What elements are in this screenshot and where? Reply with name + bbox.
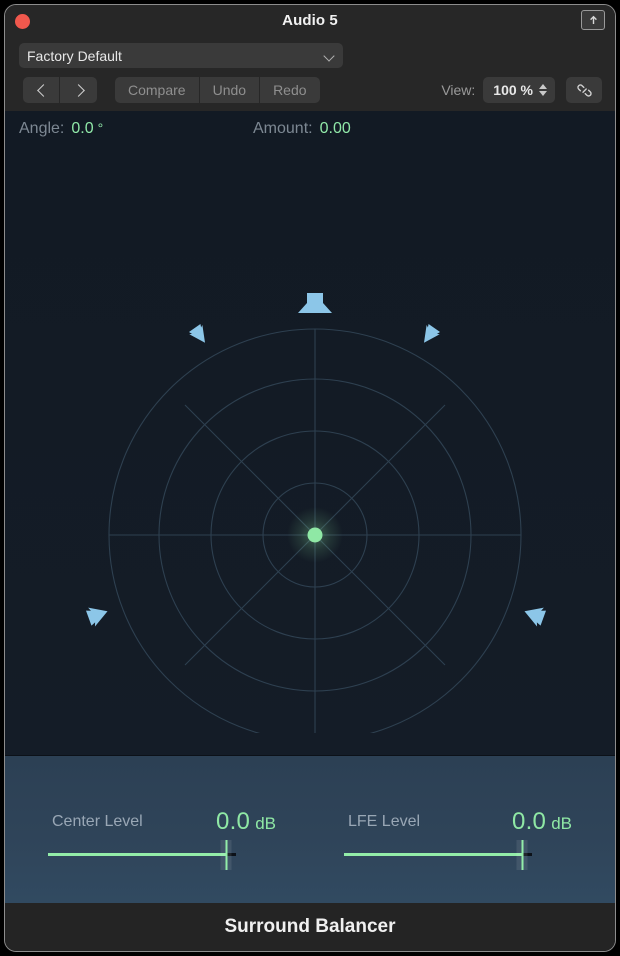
lfe-level-thumb[interactable] [516, 840, 528, 870]
view-control: View: 100 % [441, 77, 555, 103]
lfe-level-unit: dB [551, 814, 572, 833]
toolbar: Factory Default Compare Undo Redo View: … [5, 39, 615, 111]
speaker-right-front-icon[interactable] [417, 323, 441, 347]
link-button[interactable] [566, 77, 602, 103]
view-zoom-stepper[interactable]: 100 % [483, 77, 555, 103]
level-slider-panel: Center Level 0.0 dB LFE Level 0.0 dB [5, 755, 615, 903]
link-chain-icon [576, 83, 592, 97]
center-level-header: Center Level 0.0 dB [48, 808, 276, 836]
lfe-level-label: LFE Level [348, 813, 421, 830]
view-label: View: [441, 82, 476, 98]
center-level-label: Center Level [52, 813, 143, 830]
chevron-right-icon [74, 86, 83, 95]
export-up-arrow-glyph [589, 15, 597, 24]
window-title: Audio 5 [282, 12, 338, 29]
lfe-level-slider-group: LFE Level 0.0 dB [344, 808, 572, 870]
next-preset-button[interactable] [60, 77, 97, 103]
footer-bar: Surround Balancer [5, 903, 615, 951]
speaker-layer [85, 293, 547, 628]
center-level-readout: 0.0 dB [216, 808, 276, 836]
compare-button[interactable]: Compare [115, 77, 200, 103]
speaker-center-icon[interactable] [298, 293, 332, 313]
center-level-thumb[interactable] [220, 840, 232, 870]
speaker-left-surround-icon[interactable] [85, 602, 111, 628]
plugin-window: Audio 5 Factory Default Compare Undo Red… [4, 4, 616, 952]
title-bar: Audio 5 [5, 5, 615, 39]
stepper-up-down-icon[interactable] [539, 82, 548, 98]
chevron-down-icon [324, 52, 335, 59]
center-level-value[interactable]: 0.0 [216, 808, 250, 836]
plugin-name: Surround Balancer [224, 916, 396, 937]
edit-button-group: Compare Undo Redo [115, 77, 320, 103]
lfe-level-readout: 0.0 dB [512, 808, 572, 836]
redo-button[interactable]: Redo [260, 77, 319, 103]
undo-button[interactable]: Undo [200, 77, 261, 103]
center-level-slider-group: Center Level 0.0 dB [48, 808, 276, 870]
export-icon[interactable] [581, 10, 605, 30]
speaker-left-front-icon[interactable] [188, 323, 211, 347]
previous-preset-button[interactable] [23, 77, 60, 103]
lfe-level-value[interactable]: 0.0 [512, 808, 546, 836]
preset-dropdown[interactable]: Factory Default [19, 43, 343, 68]
center-level-unit: dB [255, 814, 276, 833]
speaker-right-surround-icon[interactable] [521, 602, 547, 628]
chevron-left-icon [37, 86, 46, 95]
view-zoom-value: 100 % [493, 82, 533, 98]
surround-field-panel[interactable]: Angle: 0.0 ° Amount: 0.00 [5, 111, 615, 755]
center-level-fill [48, 853, 226, 856]
center-level-slider[interactable] [48, 840, 276, 870]
lfe-level-header: LFE Level 0.0 dB [344, 808, 572, 836]
lfe-level-slider[interactable] [344, 840, 572, 870]
preset-label: Factory Default [27, 47, 122, 64]
radar-stage[interactable] [5, 111, 615, 733]
preset-nav-group [23, 77, 97, 103]
lfe-level-fill [344, 853, 522, 856]
